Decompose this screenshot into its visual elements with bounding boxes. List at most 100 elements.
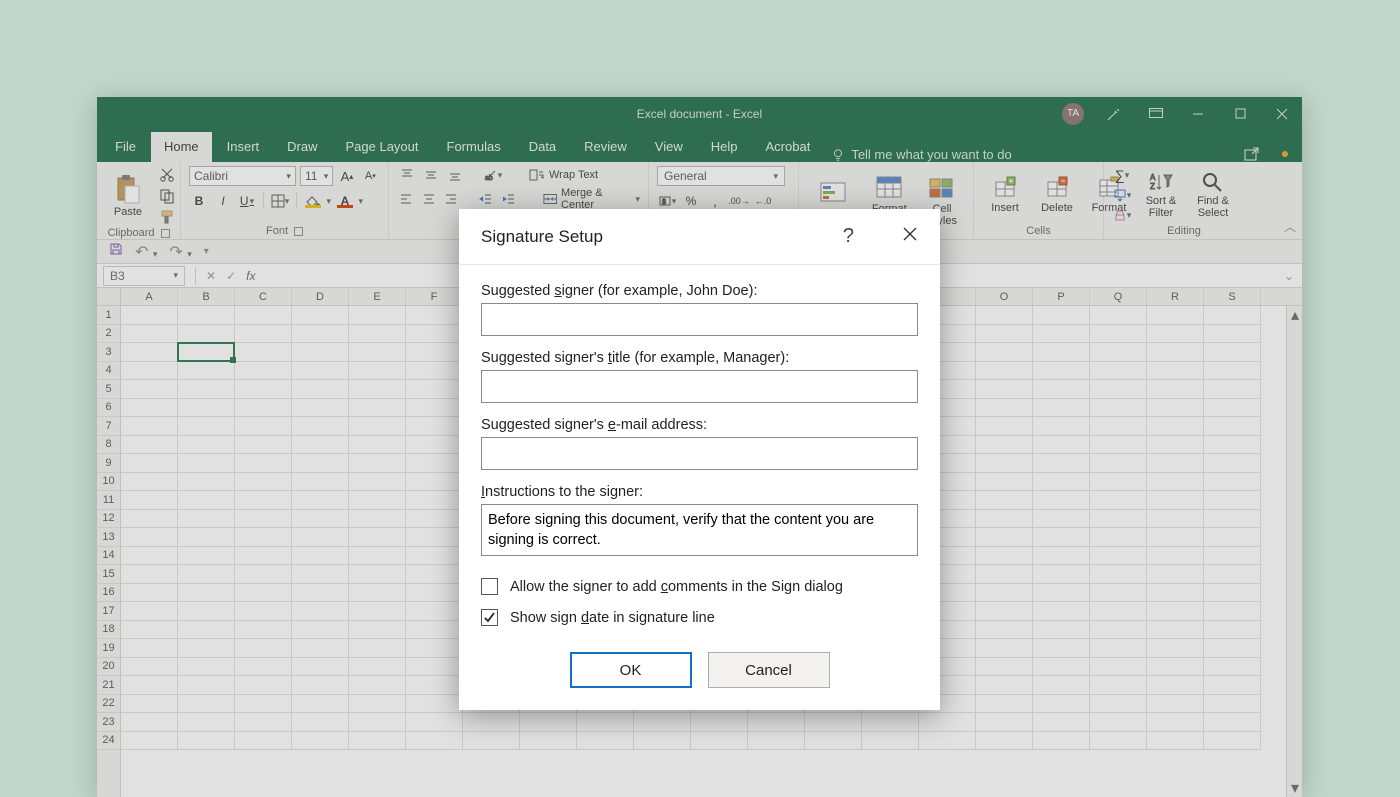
- enter-entry-icon[interactable]: ✓: [226, 269, 236, 283]
- row-header[interactable]: 3: [97, 343, 120, 362]
- cell[interactable]: [292, 325, 349, 344]
- allow-comments-checkbox-row[interactable]: Allow the signer to add comments in the …: [481, 578, 918, 595]
- cell[interactable]: [406, 362, 463, 381]
- cell[interactable]: [1090, 362, 1147, 381]
- cell[interactable]: [406, 325, 463, 344]
- column-header[interactable]: A: [121, 288, 178, 305]
- ok-button[interactable]: OK: [570, 652, 692, 688]
- cell[interactable]: [406, 491, 463, 510]
- cell[interactable]: [1033, 473, 1090, 492]
- cell[interactable]: [178, 436, 235, 455]
- cell[interactable]: [235, 436, 292, 455]
- cell[interactable]: [1204, 491, 1261, 510]
- instructions-input[interactable]: [481, 504, 918, 556]
- maximize-button[interactable]: [1228, 102, 1252, 126]
- cell[interactable]: [976, 713, 1033, 732]
- cell[interactable]: [634, 732, 691, 751]
- cell[interactable]: [976, 602, 1033, 621]
- cell[interactable]: [1204, 639, 1261, 658]
- cell[interactable]: [292, 436, 349, 455]
- cell[interactable]: [121, 621, 178, 640]
- cell[interactable]: [235, 584, 292, 603]
- cell[interactable]: [1090, 306, 1147, 325]
- comma-format-icon[interactable]: ,: [705, 192, 725, 210]
- row-header[interactable]: 24: [97, 732, 120, 751]
- cell[interactable]: [178, 621, 235, 640]
- cell[interactable]: [178, 306, 235, 325]
- cell[interactable]: [178, 325, 235, 344]
- cell[interactable]: [178, 695, 235, 714]
- cell[interactable]: [349, 380, 406, 399]
- decrease-indent-icon[interactable]: [477, 190, 495, 208]
- cell[interactable]: [121, 713, 178, 732]
- number-format-select[interactable]: General▾: [657, 166, 785, 186]
- cell[interactable]: [292, 362, 349, 381]
- menu-review[interactable]: Review: [571, 132, 640, 162]
- cell[interactable]: [1204, 732, 1261, 751]
- cell[interactable]: [1204, 306, 1261, 325]
- cell[interactable]: [292, 380, 349, 399]
- cell[interactable]: [1033, 436, 1090, 455]
- cell[interactable]: [349, 621, 406, 640]
- cell[interactable]: [121, 528, 178, 547]
- cell[interactable]: [976, 528, 1033, 547]
- cell[interactable]: [178, 713, 235, 732]
- cell[interactable]: [349, 732, 406, 751]
- cell[interactable]: [121, 639, 178, 658]
- cell[interactable]: [349, 565, 406, 584]
- row-header[interactable]: 21: [97, 676, 120, 695]
- cell[interactable]: [121, 417, 178, 436]
- qat-customize-icon[interactable]: ▾: [204, 246, 209, 257]
- column-header[interactable]: C: [235, 288, 292, 305]
- cell[interactable]: [1090, 417, 1147, 436]
- cell[interactable]: [292, 491, 349, 510]
- scroll-up-icon[interactable]: ▴: [1289, 308, 1301, 322]
- cell[interactable]: [235, 510, 292, 529]
- cell[interactable]: [1033, 732, 1090, 751]
- row-header[interactable]: 16: [97, 584, 120, 603]
- cell[interactable]: [1090, 658, 1147, 677]
- collapse-ribbon-icon[interactable]: ︿: [1284, 218, 1296, 235]
- cell[interactable]: [292, 621, 349, 640]
- cell[interactable]: [1033, 306, 1090, 325]
- cell[interactable]: [292, 399, 349, 418]
- cell[interactable]: [178, 584, 235, 603]
- menu-draw[interactable]: Draw: [274, 132, 330, 162]
- cell[interactable]: [292, 639, 349, 658]
- cell[interactable]: [976, 343, 1033, 362]
- merge-center-button[interactable]: Merge & Center▾: [543, 190, 640, 208]
- cell[interactable]: [121, 454, 178, 473]
- cell[interactable]: [976, 639, 1033, 658]
- cell[interactable]: [1204, 547, 1261, 566]
- menu-insert[interactable]: Insert: [214, 132, 273, 162]
- cell[interactable]: [121, 325, 178, 344]
- increase-indent-icon[interactable]: [500, 190, 518, 208]
- cell[interactable]: [1033, 695, 1090, 714]
- menu-acrobat[interactable]: Acrobat: [753, 132, 824, 162]
- cell[interactable]: [406, 584, 463, 603]
- cell[interactable]: [178, 658, 235, 677]
- cell[interactable]: [349, 491, 406, 510]
- cell[interactable]: [1090, 491, 1147, 510]
- cell[interactable]: [1204, 325, 1261, 344]
- cell[interactable]: [634, 713, 691, 732]
- cell[interactable]: [292, 510, 349, 529]
- cell[interactable]: [406, 732, 463, 751]
- align-middle-icon[interactable]: [421, 166, 441, 184]
- cell[interactable]: [349, 417, 406, 436]
- cell[interactable]: [1147, 473, 1204, 492]
- align-top-icon[interactable]: [397, 166, 417, 184]
- cell[interactable]: [178, 343, 235, 362]
- borders-button[interactable]: ▾: [270, 192, 290, 210]
- show-date-checkbox[interactable]: [481, 609, 498, 626]
- cell[interactable]: [292, 306, 349, 325]
- cell[interactable]: [520, 732, 577, 751]
- cell[interactable]: [235, 454, 292, 473]
- cell[interactable]: [178, 417, 235, 436]
- cell[interactable]: [976, 491, 1033, 510]
- cell[interactable]: [235, 380, 292, 399]
- row-header[interactable]: 6: [97, 399, 120, 418]
- cell[interactable]: [292, 528, 349, 547]
- cell[interactable]: [1147, 732, 1204, 751]
- minimize-button[interactable]: [1186, 102, 1210, 126]
